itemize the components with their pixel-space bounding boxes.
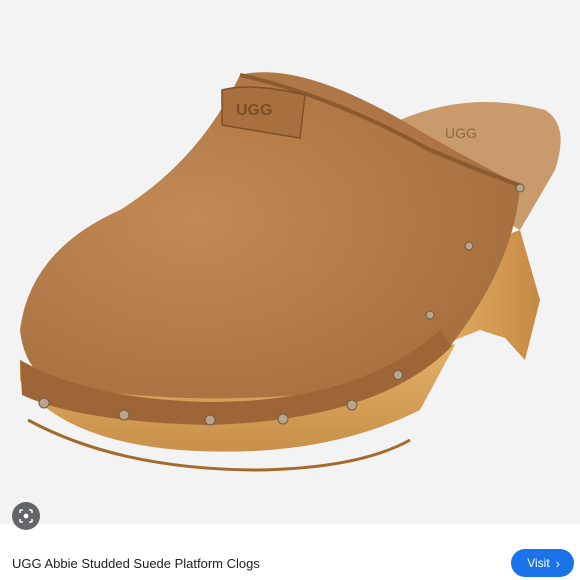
visit-label: Visit	[527, 556, 550, 570]
stud	[464, 241, 474, 251]
stud	[515, 183, 525, 193]
stud	[204, 414, 216, 426]
brand-tab-logo: UGG	[236, 102, 272, 119]
lens-icon	[19, 509, 33, 523]
chevron-right-icon: ›	[555, 555, 560, 571]
stud	[38, 397, 50, 409]
insole-logo: UGG	[445, 125, 477, 141]
stud	[346, 399, 358, 411]
visit-button[interactable]: Visit ›	[511, 549, 574, 577]
stud	[277, 413, 289, 425]
product-title[interactable]: UGG Abbie Studded Suede Platform Clogs	[12, 556, 260, 571]
stud	[118, 409, 130, 421]
stud	[425, 310, 435, 320]
result-footer: UGG Abbie Studded Suede Platform Clogs V…	[0, 540, 580, 580]
stud	[393, 370, 403, 380]
product-image[interactable]: UGG UGG	[0, 0, 580, 524]
lens-button[interactable]	[12, 502, 40, 530]
clog-illustration: UGG UGG	[20, 72, 561, 472]
